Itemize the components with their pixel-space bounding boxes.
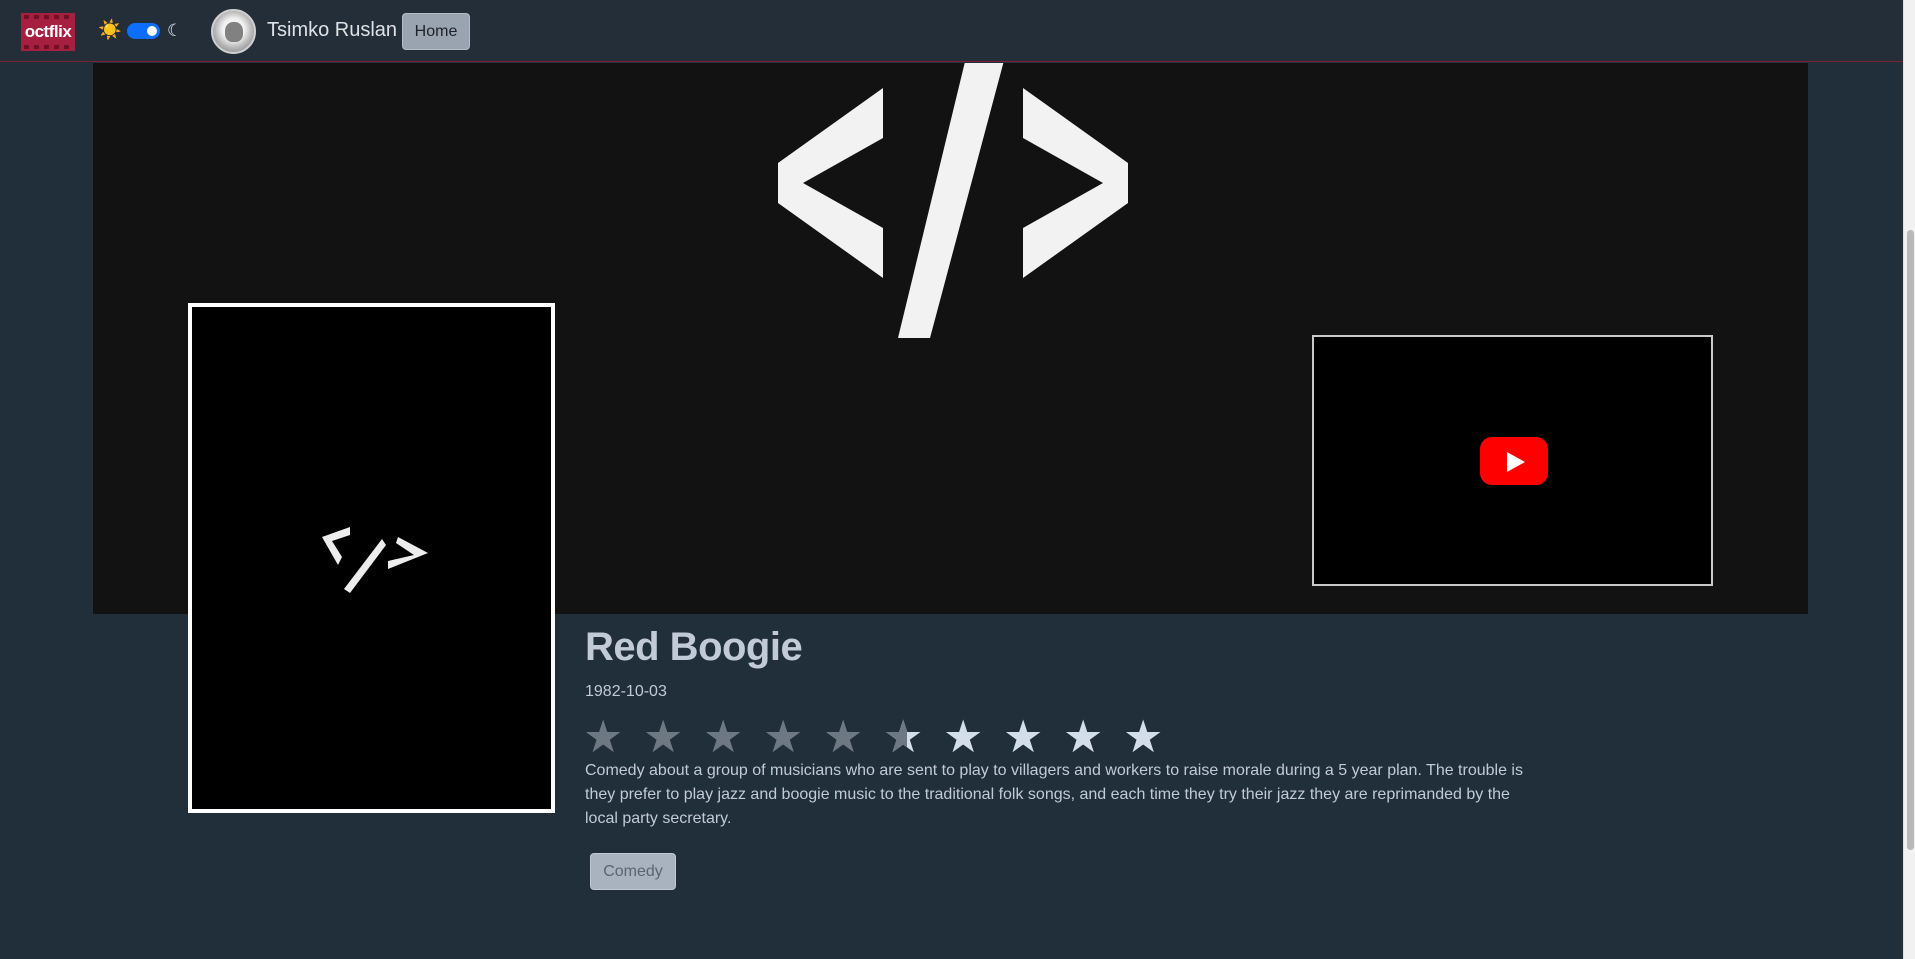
sun-icon: ☀️ [98, 20, 122, 41]
star-rating[interactable]: ★ ★ ★ ★ ★ ★ ★ ★ ★ ★ ★ [583, 714, 1183, 759]
youtube-play-icon[interactable] [1480, 437, 1548, 485]
scrollbar-thumb[interactable] [1907, 230, 1914, 850]
star-icon[interactable]: ★ [823, 714, 883, 759]
code-icon [322, 527, 428, 593]
movie-title: Red Boogie [585, 625, 803, 669]
star-icon[interactable]: ★ [1123, 714, 1183, 759]
code-icon [778, 63, 1128, 338]
star-icon[interactable]: ★ ★ [883, 714, 943, 759]
user-avatar[interactable] [211, 9, 256, 54]
user-name[interactable]: Tsimko Ruslan [267, 19, 397, 42]
star-icon[interactable]: ★ [583, 714, 643, 759]
logo-text: octflix [24, 22, 72, 41]
star-icon[interactable]: ★ [1003, 714, 1063, 759]
moon-icon: ☾ [167, 21, 183, 40]
octflix-logo[interactable]: octflix [21, 13, 75, 51]
star-icon[interactable]: ★ [763, 714, 823, 759]
toggle-knob [147, 26, 157, 36]
release-date: 1982-10-03 [585, 683, 667, 700]
theme-toggle[interactable] [127, 23, 160, 39]
star-icon[interactable]: ★ [1063, 714, 1123, 759]
star-icon[interactable]: ★ [703, 714, 763, 759]
star-icon[interactable]: ★ [943, 714, 1003, 759]
page-scrollbar[interactable] [1903, 0, 1915, 959]
home-button[interactable]: Home [402, 13, 470, 50]
trailer-video[interactable] [1312, 335, 1713, 586]
movie-poster [188, 303, 555, 813]
movie-description: Comedy about a group of musicians who ar… [585, 762, 1523, 827]
genre-badge-comedy[interactable]: Comedy [590, 853, 676, 890]
navbar: octflix ☀️ ☾ Tsimko Ruslan Home [0, 0, 1903, 62]
star-icon[interactable]: ★ [643, 714, 703, 759]
